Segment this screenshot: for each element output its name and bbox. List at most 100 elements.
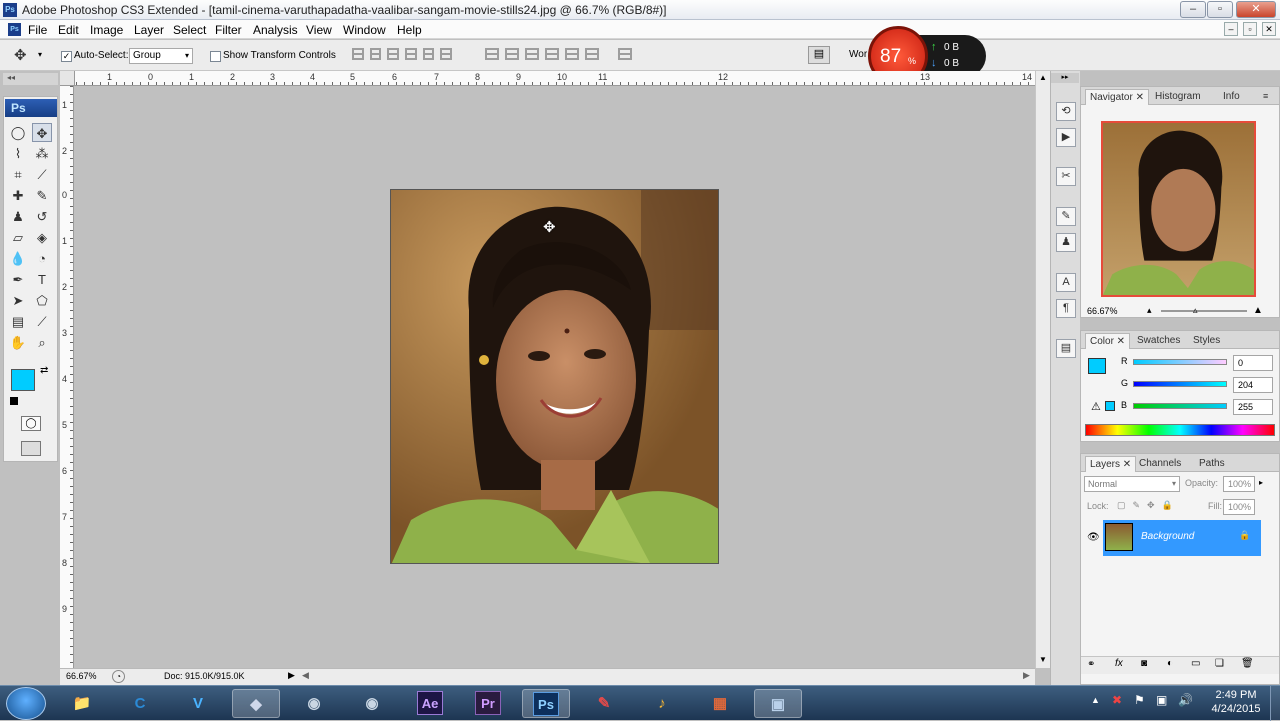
- channel-g-slider[interactable]: [1133, 381, 1227, 387]
- gamut-warning-icon[interactable]: ⚠: [1091, 400, 1101, 413]
- start-button[interactable]: [6, 687, 46, 720]
- distribute-right-icon[interactable]: [585, 48, 599, 60]
- align-vcenter-icon[interactable]: [369, 48, 382, 60]
- link-layers-icon[interactable]: ⚭: [1087, 659, 1095, 670]
- taskbar-after-effects[interactable]: Ae: [406, 689, 454, 718]
- taskbar-vegas[interactable]: V: [174, 689, 222, 718]
- taskbar-fl-studio[interactable]: ♪: [638, 689, 686, 718]
- ruler-origin[interactable]: [60, 71, 75, 86]
- screen-mode-icon[interactable]: [21, 441, 41, 456]
- crop-tool-icon[interactable]: ⌗: [8, 165, 28, 184]
- move-tool-icon[interactable]: ✥: [32, 123, 52, 142]
- lock-icons[interactable]: ▢✎✥🔒: [1117, 500, 1180, 511]
- menu-file[interactable]: File: [28, 23, 47, 37]
- foreground-color-swatch[interactable]: [11, 369, 35, 391]
- paragraph-panel-icon[interactable]: ¶: [1056, 299, 1076, 318]
- layer-style-icon[interactable]: fx: [1115, 658, 1123, 669]
- tray-network-icon[interactable]: ▣: [1156, 693, 1167, 707]
- workspace-label[interactable]: Wor: [849, 49, 867, 60]
- paint-bucket-tool-icon[interactable]: ◈: [32, 228, 52, 247]
- clone-source-icon[interactable]: ♟: [1056, 233, 1076, 252]
- menu-analysis[interactable]: Analysis: [253, 23, 298, 37]
- menu-filter[interactable]: Filter: [215, 23, 242, 37]
- opacity-arrow-icon[interactable]: ▸: [1259, 478, 1263, 487]
- align-right-icon[interactable]: [440, 48, 453, 60]
- taskbar-cinema4d-b[interactable]: ◉: [348, 689, 396, 718]
- doc-restore-button[interactable]: ▫: [1243, 22, 1257, 36]
- zoom-tool-icon[interactable]: ⌕: [32, 333, 52, 352]
- tab-info[interactable]: Info: [1219, 89, 1244, 105]
- vertical-scrollbar[interactable]: ▲ ▼: [1035, 71, 1050, 668]
- channel-b-slider[interactable]: [1133, 403, 1227, 409]
- vertical-ruler[interactable]: 1 2 0 1 2 3 4 5 6 7 8 9: [60, 86, 74, 668]
- color-spectrum-bar[interactable]: [1085, 424, 1275, 436]
- layer-comps-icon[interactable]: ▤: [1056, 339, 1076, 358]
- layer-name[interactable]: Background: [1141, 531, 1194, 542]
- actions-panel-icon[interactable]: ▶: [1056, 128, 1076, 147]
- dock-grip[interactable]: ▸▸: [1051, 73, 1079, 83]
- lasso-tool-icon[interactable]: ⌇: [8, 144, 28, 163]
- taskbar-cinema4d-a[interactable]: ◉: [290, 689, 338, 718]
- channel-r-value[interactable]: 0: [1233, 355, 1273, 371]
- brushes-palette-icon[interactable]: ▤: [808, 46, 830, 64]
- auto-select-dropdown[interactable]: Group ▾: [129, 48, 193, 64]
- transform-controls-checkbox[interactable]: [210, 51, 221, 62]
- web-safe-swatch[interactable]: [1105, 401, 1115, 411]
- delete-layer-icon[interactable]: 🗑: [1241, 658, 1254, 669]
- swap-colors-icon[interactable]: ⇄: [40, 365, 48, 376]
- status-info-icon[interactable]: ◔: [112, 670, 125, 683]
- zoom-in-icon[interactable]: ▲: [1253, 305, 1263, 316]
- eyedropper-tool-icon[interactable]: ⟋: [32, 312, 52, 331]
- tool-presets-icon[interactable]: ✂: [1056, 167, 1076, 186]
- tab-styles[interactable]: Styles: [1189, 333, 1224, 349]
- minimize-button[interactable]: –: [1180, 1, 1206, 18]
- channel-b-value[interactable]: 255: [1233, 399, 1273, 415]
- healing-brush-tool-icon[interactable]: ✚: [8, 186, 28, 205]
- distribute-left-icon[interactable]: [545, 48, 559, 60]
- distribute-top-icon[interactable]: [485, 48, 499, 60]
- document-image[interactable]: [390, 189, 719, 564]
- taskbar-brick-app[interactable]: ▦: [696, 689, 744, 718]
- menu-view[interactable]: View: [306, 23, 332, 37]
- magic-wand-tool-icon[interactable]: ⁂: [32, 144, 52, 163]
- taskbar-photoshop[interactable]: Ps: [522, 689, 570, 718]
- taskbar-ccleaner[interactable]: C: [116, 689, 164, 718]
- adjustment-layer-icon[interactable]: ◐: [1167, 658, 1173, 669]
- maximize-button[interactable]: ▫: [1207, 1, 1233, 18]
- doc-minimize-button[interactable]: –: [1224, 22, 1238, 36]
- move-tool-icon[interactable]: ✥: [14, 46, 27, 64]
- pen-tool-icon[interactable]: ✒: [8, 270, 28, 289]
- character-panel-icon[interactable]: A: [1056, 273, 1076, 292]
- tab-navigator[interactable]: Navigator ✕: [1085, 89, 1149, 105]
- menu-edit[interactable]: Edit: [58, 23, 79, 37]
- quick-mask-icon[interactable]: ◯: [21, 416, 41, 431]
- doc-close-button[interactable]: ✕: [1262, 22, 1276, 36]
- align-top-icon[interactable]: [352, 48, 364, 60]
- new-group-icon[interactable]: ▭: [1191, 658, 1200, 669]
- navigator-zoom[interactable]: 66.67%: [1087, 306, 1118, 316]
- auto-select-checkbox[interactable]: ✓: [61, 51, 72, 62]
- marquee-tool-icon[interactable]: ◯: [8, 123, 28, 142]
- notes-tool-icon[interactable]: ▤: [8, 312, 28, 331]
- layer-row-selected[interactable]: Background 🔒: [1103, 520, 1261, 556]
- tab-color[interactable]: Color ✕: [1085, 333, 1131, 349]
- panel-menu-icon[interactable]: ≡: [1259, 89, 1272, 105]
- eye-icon[interactable]: 👁: [1087, 532, 1100, 543]
- eraser-tool-icon[interactable]: ▱: [8, 228, 28, 247]
- fill-value[interactable]: 100%: [1223, 499, 1255, 515]
- taskbar-explorer[interactable]: 📁: [58, 689, 106, 718]
- tray-clock[interactable]: 2:49 PM 4/24/2015: [1206, 689, 1266, 715]
- toolbox-grip[interactable]: ◂◂: [3, 73, 58, 85]
- new-layer-icon[interactable]: ❏: [1215, 658, 1224, 669]
- distribute-vcenter-icon[interactable]: [505, 48, 519, 60]
- opacity-value[interactable]: 100%: [1223, 476, 1255, 492]
- tab-layers[interactable]: Layers ✕: [1085, 456, 1137, 472]
- shape-tool-icon[interactable]: ⬠: [32, 291, 52, 310]
- scroll-right-icon[interactable]: ▶: [1023, 670, 1030, 681]
- slice-tool-icon[interactable]: ⟋: [32, 165, 52, 184]
- taskbar-video-app[interactable]: ▣: [754, 689, 802, 718]
- layer-row[interactable]: 👁 Background 🔒: [1081, 520, 1279, 556]
- menu-window[interactable]: Window: [343, 23, 386, 37]
- align-bottom-icon[interactable]: [387, 48, 400, 60]
- menu-layer[interactable]: Layer: [134, 23, 164, 37]
